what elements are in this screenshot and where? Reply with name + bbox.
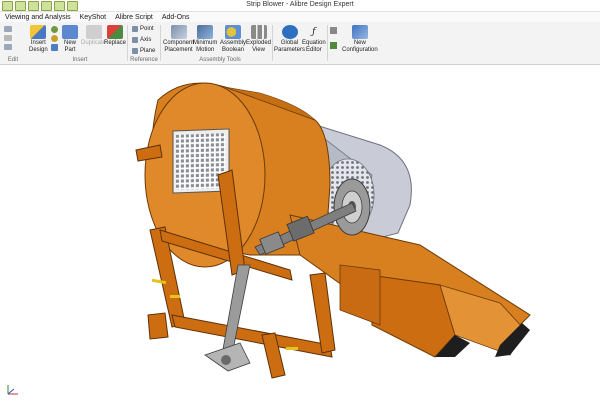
model-viewport[interactable] [0, 65, 600, 400]
menu-bar: Viewing and Analysis KeyShot Alibre Scri… [0, 12, 600, 22]
component-placement-button[interactable]: Component Placement [163, 25, 194, 54]
insert-design-button[interactable]: Insert Design [29, 25, 48, 54]
hitch-link[interactable] [204, 264, 251, 372]
new-part-icon [62, 25, 78, 39]
config-icon[interactable] [330, 42, 337, 49]
config-icon[interactable] [330, 27, 337, 34]
link-icon[interactable] [51, 35, 58, 42]
duplicate-button[interactable]: Duplicate [81, 25, 106, 47]
new-configuration-icon [351, 25, 368, 39]
point-button[interactable]: Point [132, 26, 154, 32]
point-icon [132, 26, 138, 32]
undo-icon[interactable] [4, 26, 12, 32]
insert-small-icons [51, 26, 58, 51]
separator [272, 25, 273, 61]
new-part-button[interactable]: New Part [62, 25, 78, 54]
group-label-assembly-tools: Assembly Tools [199, 57, 241, 63]
plane-icon [132, 48, 138, 54]
menu-keyshot[interactable]: KeyShot [80, 14, 106, 21]
component-placement-icon [170, 25, 187, 39]
group-label-insert: Insert [72, 57, 88, 63]
delete-icon[interactable] [4, 35, 12, 41]
strip-blower-model [135, 82, 531, 379]
separator [160, 25, 161, 61]
duplicate-icon [85, 25, 102, 39]
axis-button[interactable]: Axis [132, 37, 151, 43]
ribbon: Insert Design New Part Duplicate Replace… [0, 22, 600, 65]
minimum-motion-button[interactable]: Minimum Motion [193, 25, 217, 54]
edit-tools [4, 26, 26, 50]
equation-editor-icon: ƒ [305, 25, 322, 39]
menu-viewing-and-analysis[interactable]: Viewing and Analysis [5, 14, 71, 21]
global-parameters-icon [281, 25, 298, 39]
global-parameters-button[interactable]: Global Parameters [274, 25, 305, 54]
separator [327, 25, 328, 61]
exploded-view-icon [250, 25, 267, 39]
replace-icon [107, 25, 123, 39]
group-label-edit: Edit [7, 57, 19, 63]
minimum-motion-icon [197, 25, 214, 39]
separator [127, 25, 128, 61]
equation-editor-button[interactable]: ƒ Equation Editor [302, 25, 326, 54]
plane-button[interactable]: Plane [132, 48, 155, 54]
insert-design-icon [30, 25, 47, 39]
new-configuration-button[interactable]: New Configuration [342, 25, 378, 54]
box-icon[interactable] [51, 44, 58, 51]
replace-button[interactable]: Replace [104, 25, 126, 47]
assembly-boolean-button[interactable]: Assembly Boolean [220, 25, 246, 54]
axis-icon [132, 37, 138, 43]
gear-icon[interactable] [51, 26, 58, 33]
view-triad-icon [7, 385, 18, 395]
redo-icon[interactable] [4, 44, 12, 50]
config-small-icons [330, 27, 337, 49]
assembly-boolean-icon [225, 25, 241, 39]
window-title: Strip Blower - Alibre Design Expert [246, 1, 354, 8]
group-label-reference: Reference [130, 57, 158, 63]
exploded-view-button[interactable]: Exploded View [246, 25, 271, 54]
menu-alibre-script[interactable]: Alibre Script [115, 14, 153, 21]
menu-add-ons[interactable]: Add-Ons [162, 14, 190, 21]
title-bar: Strip Blower - Alibre Design Expert [0, 0, 600, 12]
